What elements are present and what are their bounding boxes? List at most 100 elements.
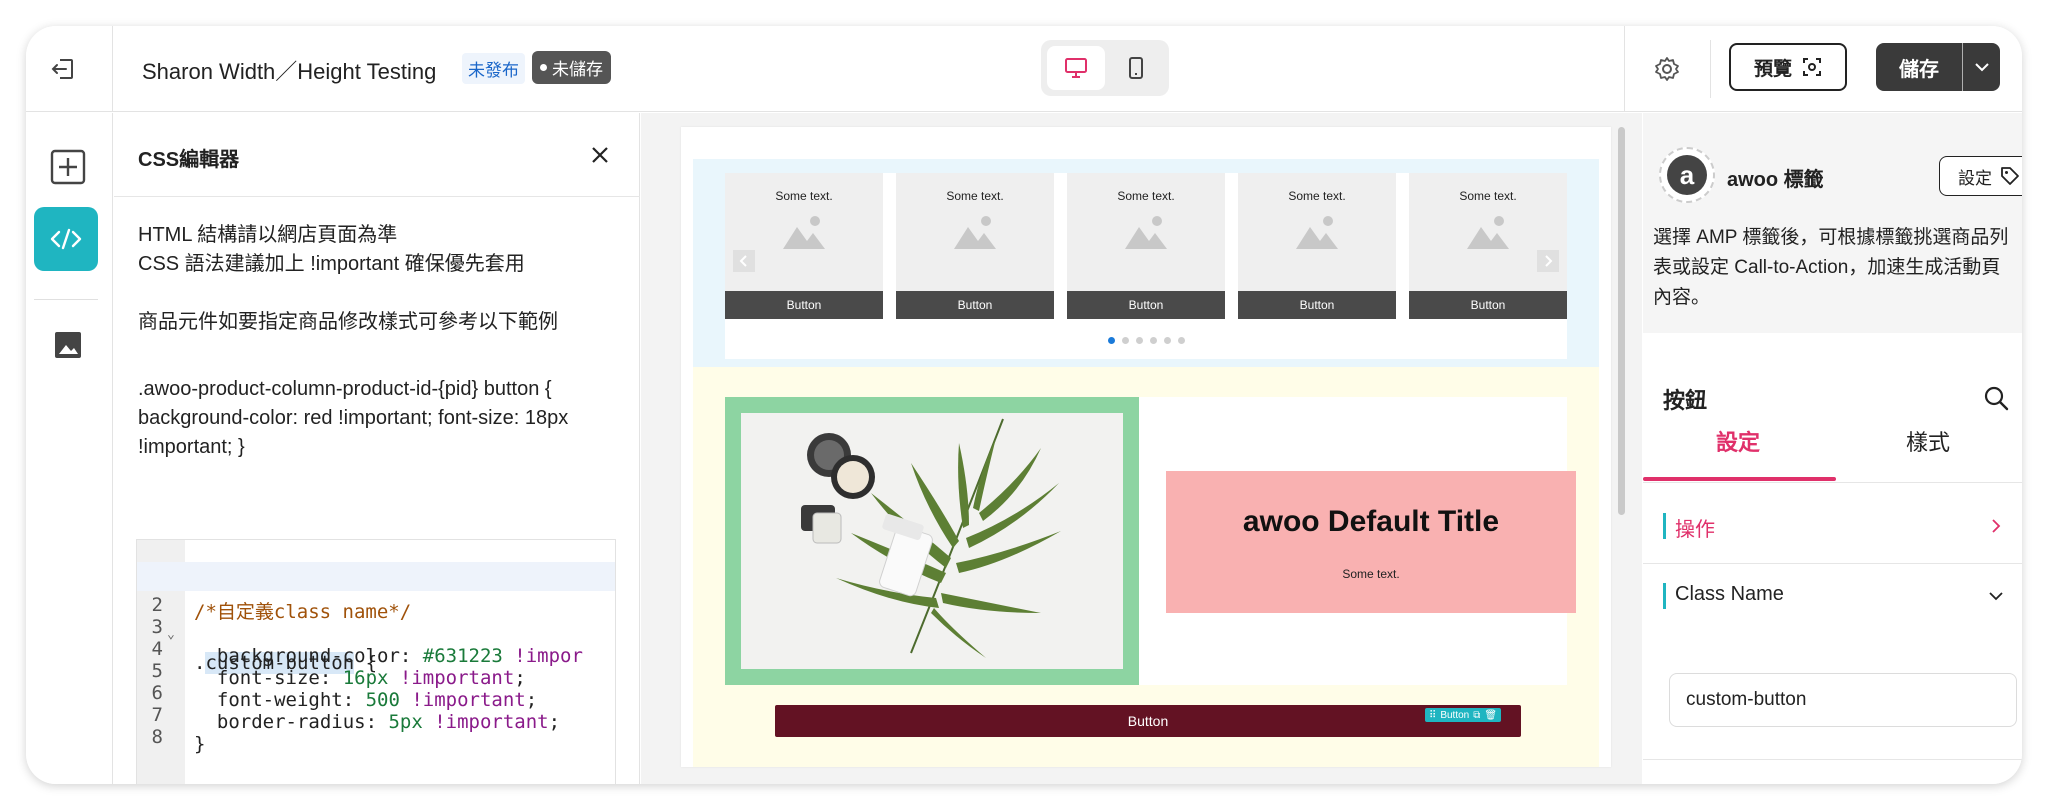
status-badge-unpublished: 未發布	[462, 53, 525, 84]
code-line: 8	[137, 694, 615, 748]
product-card[interactable]: Some text. Button	[1409, 173, 1567, 319]
product-text: Some text.	[1117, 189, 1175, 203]
product-carousel[interactable]: Some text. Button Some text. Button Some…	[725, 173, 1567, 359]
preview-button[interactable]: 預覽	[1729, 43, 1847, 91]
divider	[1624, 26, 1625, 112]
banner-title: awoo Default Title	[1242, 505, 1500, 538]
banner-title-box[interactable]: awoo Default Title Some text.	[1166, 471, 1576, 613]
class-name-input[interactable]	[1669, 673, 2017, 727]
section-marker	[1663, 513, 1666, 539]
product-button[interactable]: Button	[1067, 291, 1225, 319]
image-placeholder-icon	[1467, 216, 1509, 249]
awoo-logo-icon: a	[1667, 155, 1707, 195]
code-editor[interactable]: 1 /*自定義class name*/ 2 ⌄ .custom-button {…	[136, 539, 616, 784]
badge-label: 未儲存	[552, 60, 603, 79]
carousel-dot[interactable]	[1107, 337, 1115, 344]
divider	[112, 26, 113, 112]
carousel-dot[interactable]	[1177, 337, 1185, 344]
banner-image-frame[interactable]	[725, 397, 1139, 685]
product-card[interactable]: Some text. Button	[1238, 173, 1396, 319]
product-button[interactable]: Button	[1238, 291, 1396, 319]
css-editor-title: CSS編輯器	[138, 149, 240, 171]
product-text: Some text.	[1459, 189, 1517, 203]
panel-title: 按鈕	[1663, 388, 1708, 413]
instruction-text: 商品元件如要指定商品修改樣式可參考以下範例	[138, 311, 558, 333]
css-editor-header: CSS編輯器	[114, 113, 640, 197]
divider	[1962, 43, 1963, 91]
tab-style[interactable]: 樣式	[1833, 425, 2022, 457]
carousel-dot[interactable]	[1135, 337, 1143, 344]
search-icon[interactable]	[1981, 383, 2011, 413]
page-preview[interactable]: Some text. Button Some text. Button Some…	[681, 127, 1611, 767]
properties-panel: a awoo 標籤 設定 選擇 AMP 標籤後，可根據標籤挑選商品列表或設定 C…	[1643, 113, 2022, 784]
desktop-icon	[1065, 58, 1087, 78]
cta-button[interactable]: Button ⠿ Button ⧉ 🗑	[775, 705, 1521, 737]
gear-icon[interactable]	[1644, 46, 1690, 92]
instruction-text: HTML 結構請以網店頁面為準	[138, 224, 398, 246]
image-placeholder-icon	[1296, 216, 1338, 249]
delete-icon[interactable]: 🗑	[1484, 710, 1497, 721]
tab-settings[interactable]: 設定	[1643, 425, 1833, 457]
exit-icon[interactable]	[40, 46, 86, 92]
divider	[1710, 40, 1711, 98]
selected-tag-label: Button	[1440, 709, 1470, 721]
divider	[34, 299, 98, 300]
product-button[interactable]: Button	[1409, 291, 1567, 319]
image-placeholder-icon	[1125, 216, 1167, 249]
cta-button-label: Button	[1127, 713, 1169, 729]
plant-cosmetics-photo	[741, 413, 1123, 669]
carousel-next-arrow[interactable]	[1537, 250, 1559, 272]
carousel-pagination[interactable]	[725, 337, 1567, 347]
awoo-settings-button[interactable]: 設定	[1939, 156, 2022, 196]
left-toolbar	[26, 113, 113, 784]
product-card[interactable]: Some text. Button	[896, 173, 1054, 319]
duplicate-icon[interactable]: ⧉	[1473, 710, 1480, 721]
desktop-view-button[interactable]	[1047, 46, 1105, 90]
chevron-right-icon	[1992, 519, 2001, 533]
product-button[interactable]: Button	[896, 291, 1054, 319]
css-editor-instructions: HTML 結構請以網店頁面為準 CSS 語法建議加上 !important 確保…	[138, 221, 628, 462]
save-button[interactable]: 儲存	[1876, 43, 1962, 91]
panel-tabs: 設定 樣式	[1643, 413, 2022, 483]
preview-label: 預覽	[1753, 58, 1792, 80]
mobile-icon	[1129, 57, 1143, 79]
awoo-settings-label: 設定	[1958, 168, 1992, 188]
dot-icon	[540, 64, 547, 71]
selected-element-tag[interactable]: ⠿ Button ⧉ 🗑	[1425, 708, 1502, 722]
awoo-tag-name: awoo 標籤	[1727, 169, 1824, 191]
editor-window: Sharon Width／Height Testing 未發布 未儲存 預覽 儲…	[26, 26, 2022, 784]
banner-subtitle: Some text.	[1342, 567, 1400, 581]
product-card[interactable]: Some text. Button	[1067, 173, 1225, 319]
mobile-view-button[interactable]	[1109, 46, 1163, 90]
product-carousel-section[interactable]: Some text. Button Some text. Button Some…	[693, 159, 1599, 367]
canvas-scrollbar[interactable]	[1618, 127, 1625, 515]
carousel-prev-arrow[interactable]	[733, 250, 755, 272]
save-dropdown-button[interactable]	[1964, 43, 2000, 91]
chevron-down-icon	[1975, 63, 1989, 72]
section-marker	[1663, 583, 1666, 609]
section-action[interactable]: 操作	[1643, 487, 2022, 563]
awoo-description: 選擇 AMP 標籤後，可根據標籤挑選商品列表或設定 Call-to-Action…	[1653, 227, 2009, 308]
drag-handle-icon[interactable]: ⠿	[1429, 710, 1436, 721]
carousel-dot[interactable]	[1163, 337, 1171, 344]
tag-icon	[2001, 167, 2019, 185]
device-toggle	[1041, 40, 1169, 96]
banner-section[interactable]: awoo Default Title Some text. Button ⠿ B…	[693, 367, 1599, 767]
close-icon[interactable]	[584, 139, 616, 171]
product-photo	[741, 413, 1123, 669]
save-button-group: 儲存	[1876, 43, 2000, 91]
carousel-dot[interactable]	[1121, 337, 1129, 344]
image-placeholder-icon	[783, 216, 825, 249]
product-button[interactable]: Button	[725, 291, 883, 319]
page-title: Sharon Width／Height Testing	[142, 59, 437, 84]
product-text: Some text.	[946, 189, 1004, 203]
section-class-name[interactable]: Class Name	[1643, 557, 2022, 633]
product-card[interactable]: Some text. Button	[725, 173, 883, 319]
image-icon[interactable]	[48, 325, 88, 365]
section-class-label: Class Name	[1675, 583, 1784, 605]
carousel-dot[interactable]	[1149, 337, 1157, 344]
chevron-down-icon	[1989, 592, 2003, 601]
add-component-icon[interactable]	[44, 143, 92, 191]
code-editor-icon[interactable]	[34, 207, 98, 271]
divider	[1643, 759, 2022, 760]
